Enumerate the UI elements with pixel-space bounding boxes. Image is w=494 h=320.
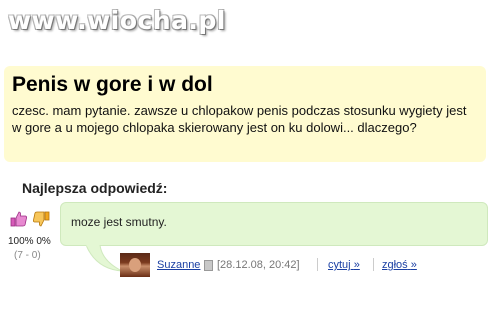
quote-link[interactable]: cytuj » xyxy=(328,259,360,271)
bubble-tail xyxy=(85,245,123,272)
report-arrow: » xyxy=(410,259,417,271)
author-link[interactable]: Suzanne xyxy=(157,259,200,271)
separator xyxy=(317,258,318,271)
report-link[interactable]: zgłoś » xyxy=(382,259,417,271)
votes-count: (7 - 0) xyxy=(14,250,41,261)
question-box: Penis w gore i w dol czesc. mam pytanie.… xyxy=(4,66,486,162)
answer-meta: Suzanne [28.12.08, 20:42] cytuj » zgłoś … xyxy=(120,253,490,277)
separator xyxy=(373,258,374,271)
question-title: Penis w gore i w dol xyxy=(12,73,213,96)
vote-buttons xyxy=(10,210,50,228)
answer-text: moze jest smutny. xyxy=(71,215,167,229)
avatar-face xyxy=(129,258,141,272)
thumbs-down-icon[interactable] xyxy=(32,210,50,228)
quote-label: cytuj xyxy=(328,259,351,271)
watermark-logo: www.wiocha.pl xyxy=(8,6,226,35)
report-label: zgłoś xyxy=(382,259,408,271)
answer-date: [28.12.08, 20:42] xyxy=(217,259,300,271)
question-body: czesc. mam pytanie. zawsze u chlopakow p… xyxy=(12,103,467,135)
answer-bubble: moze jest smutny. xyxy=(60,202,488,246)
avatar[interactable] xyxy=(120,253,150,277)
quote-arrow: » xyxy=(353,259,360,271)
votes-percent: 100% 0% xyxy=(8,236,51,247)
thumbs-up-icon[interactable] xyxy=(10,210,28,228)
user-icon xyxy=(204,260,213,271)
best-answer-heading: Najlepsza odpowiedź: xyxy=(22,180,168,196)
